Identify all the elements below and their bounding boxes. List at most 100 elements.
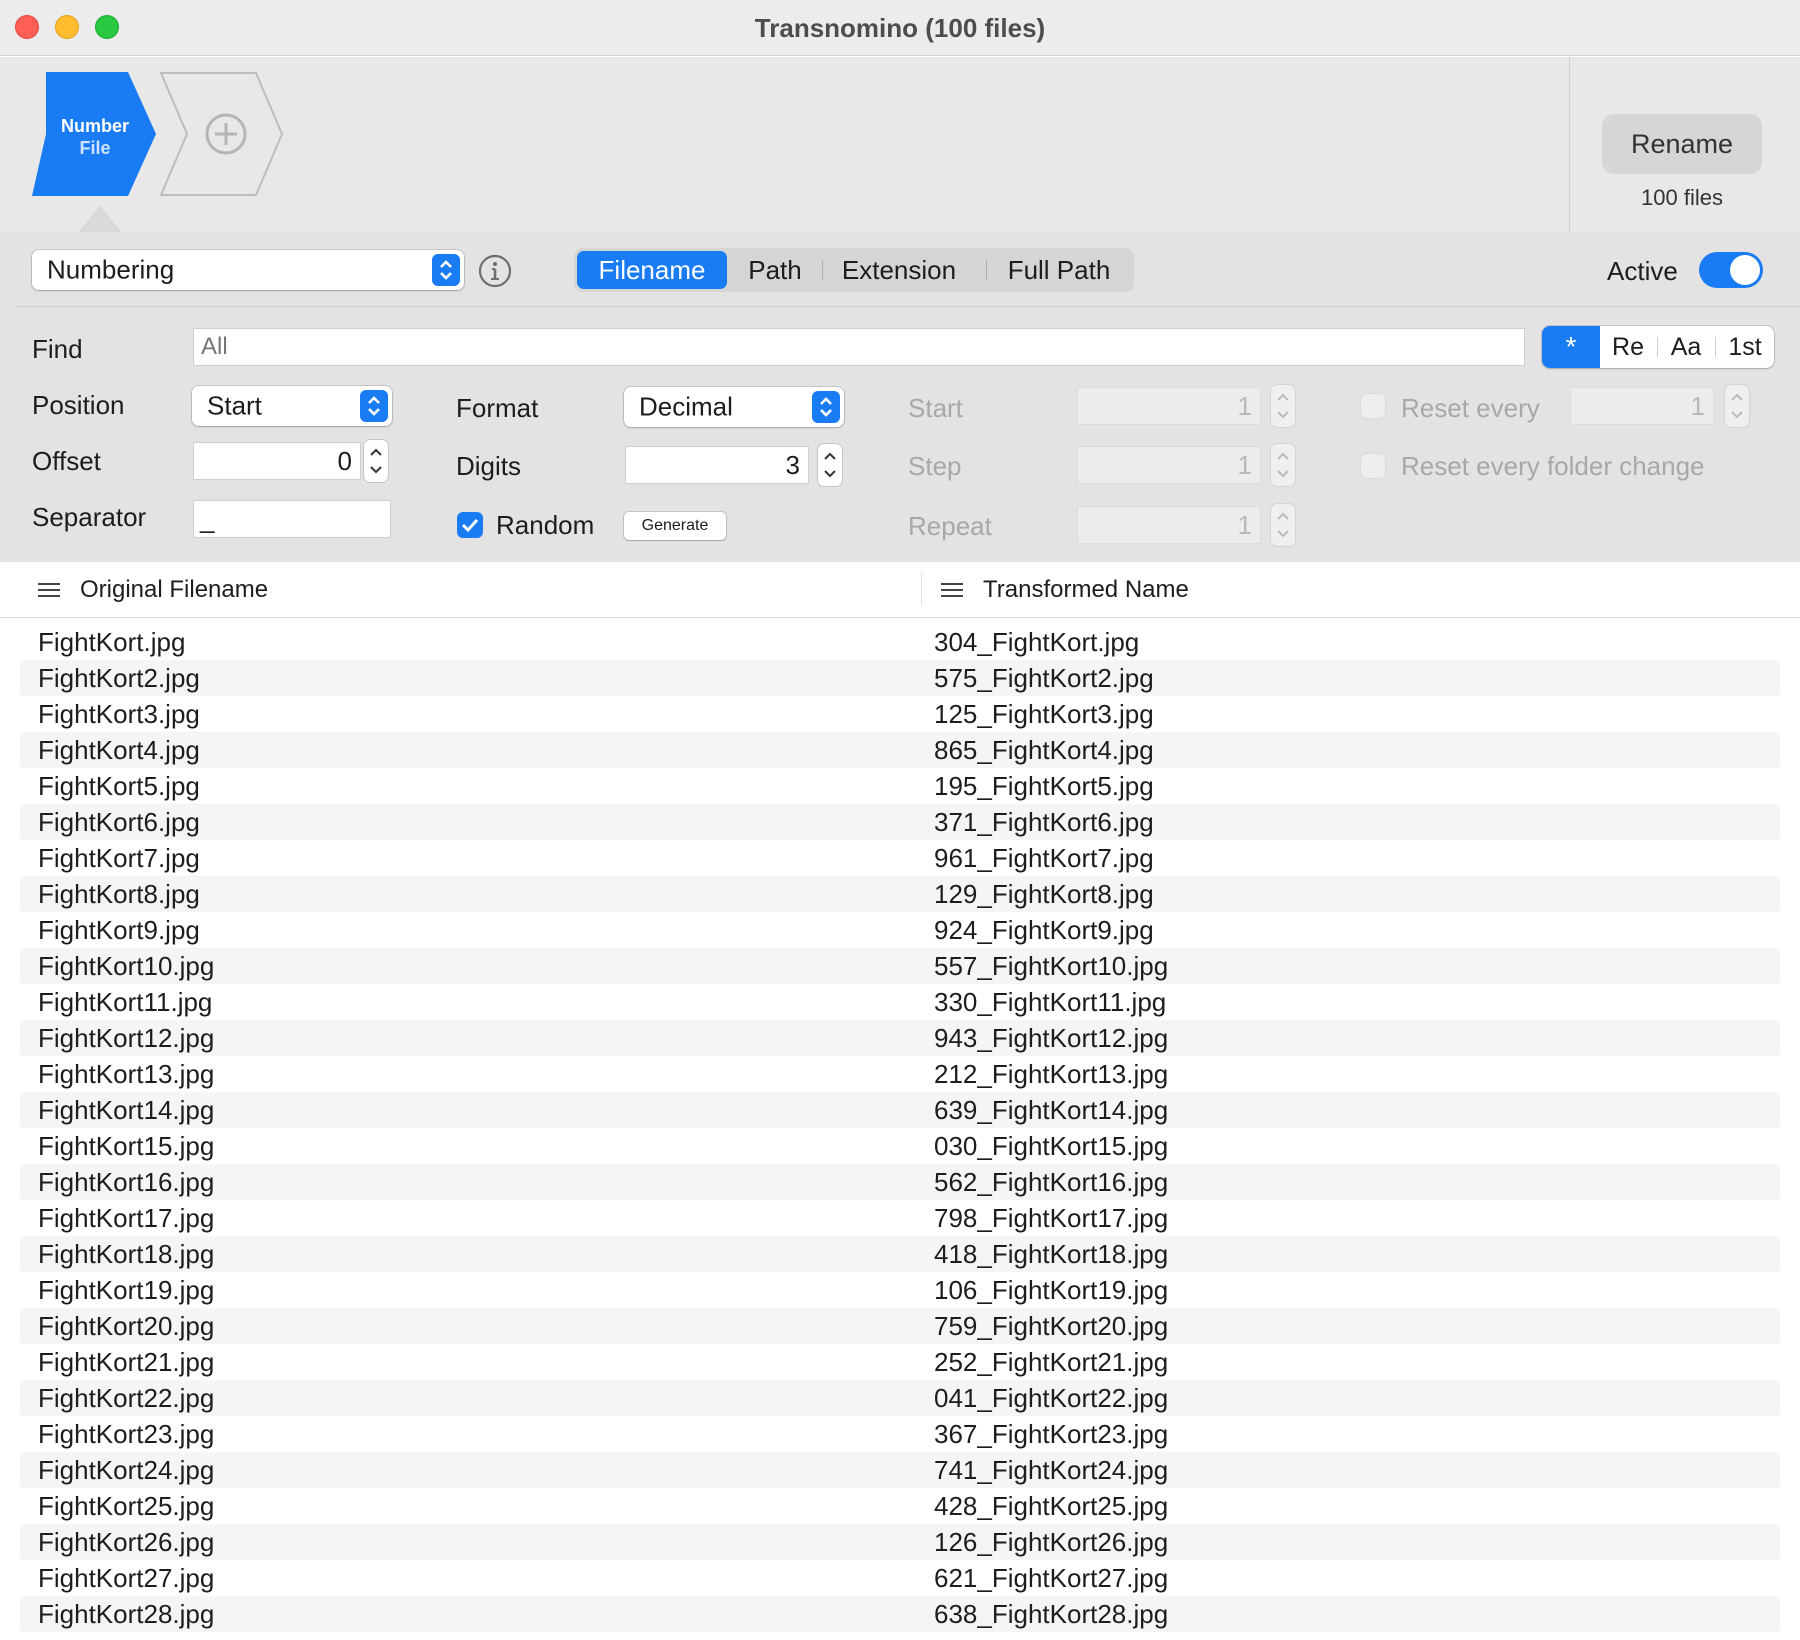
reset-folder-label: Reset every folder change xyxy=(1401,451,1705,481)
offset-field[interactable]: 0 xyxy=(193,442,361,480)
table-row[interactable]: FightKort2.jpg 575_FightKort2.jpg xyxy=(20,660,1780,696)
format-value: Decimal xyxy=(639,391,733,422)
popup-arrows-icon xyxy=(812,391,840,423)
table-row[interactable]: FightKort20.jpg 759_FightKort20.jpg xyxy=(20,1308,1780,1344)
active-label: Active xyxy=(1607,256,1678,286)
rule-chevron-number-file[interactable] xyxy=(32,72,158,196)
table-row[interactable]: FightKort9.jpg 924_FightKort9.jpg xyxy=(20,912,1780,948)
table-row[interactable]: FightKort24.jpg 741_FightKort24.jpg xyxy=(20,1452,1780,1488)
table-row[interactable]: FightKort23.jpg 367_FightKort23.jpg xyxy=(20,1416,1780,1452)
table-row[interactable]: FightKort3.jpg 125_FightKort3.jpg xyxy=(20,696,1780,732)
position-value: Start xyxy=(207,390,262,421)
original-filename-cell: FightKort.jpg xyxy=(38,627,186,657)
table-row[interactable]: FightKort5.jpg 195_FightKort5.jpg xyxy=(20,768,1780,804)
column-header-original[interactable]: Original Filename xyxy=(80,576,268,604)
repeat-field[interactable]: 1 xyxy=(1077,506,1261,544)
table-row[interactable]: FightKort4.jpg 865_FightKort4.jpg xyxy=(20,732,1780,768)
original-filename-cell: FightKort16.jpg xyxy=(38,1167,215,1197)
transformed-name-cell: 367_FightKort23.jpg xyxy=(934,1419,1169,1449)
start-stepper[interactable] xyxy=(1271,385,1295,427)
separator-field[interactable]: _ xyxy=(193,500,391,538)
tab-extension[interactable]: Extension xyxy=(824,251,974,289)
transformed-name-cell: 557_FightKort10.jpg xyxy=(934,951,1169,981)
format-label: Format xyxy=(456,393,539,423)
table-header: Original Filename Transformed Name xyxy=(0,562,1800,618)
table-row[interactable]: FightKort8.jpg 129_FightKort8.jpg xyxy=(20,876,1780,912)
step-stepper[interactable] xyxy=(1271,444,1295,486)
rename-button[interactable]: Rename xyxy=(1602,114,1762,174)
transformed-name-cell: 195_FightKort5.jpg xyxy=(934,771,1154,801)
transformed-name-cell: 212_FightKort13.jpg xyxy=(934,1059,1169,1089)
table-row[interactable]: FightKort26.jpg 126_FightKort26.jpg xyxy=(20,1524,1780,1560)
table-row[interactable]: FightKort.jpg 304_FightKort.jpg xyxy=(20,624,1780,660)
toggle-knob xyxy=(1730,255,1760,285)
reset-every-stepper[interactable] xyxy=(1725,385,1749,427)
original-filename-cell: FightKort26.jpg xyxy=(38,1527,215,1557)
selected-rule-pointer xyxy=(78,205,122,233)
original-filename-cell: FightKort12.jpg xyxy=(38,1023,215,1053)
reset-folder-checkbox[interactable] xyxy=(1360,453,1386,479)
transformed-name-cell: 638_FightKort28.jpg xyxy=(934,1599,1169,1629)
table-row[interactable]: FightKort17.jpg 798_FightKort17.jpg xyxy=(20,1200,1780,1236)
table-row[interactable]: FightKort19.jpg 106_FightKort19.jpg xyxy=(20,1272,1780,1308)
transformed-name-cell: 030_FightKort15.jpg xyxy=(934,1131,1169,1161)
table-row[interactable]: FightKort28.jpg 638_FightKort28.jpg xyxy=(20,1596,1780,1632)
find-mode-case-sensitive[interactable]: Aa xyxy=(1658,326,1714,368)
rule-type-select[interactable]: Numbering xyxy=(32,250,464,290)
original-filename-cell: FightKort19.jpg xyxy=(38,1275,215,1305)
table-row[interactable]: FightKort27.jpg 621_FightKort27.jpg xyxy=(20,1560,1780,1596)
start-field[interactable]: 1 xyxy=(1077,387,1261,425)
find-input[interactable] xyxy=(193,328,1525,366)
table-row[interactable]: FightKort10.jpg 557_FightKort10.jpg xyxy=(20,948,1780,984)
tab-full-path[interactable]: Full Path xyxy=(988,251,1130,289)
offset-stepper[interactable] xyxy=(364,440,388,482)
table-row[interactable]: FightKort18.jpg 418_FightKort18.jpg xyxy=(20,1236,1780,1272)
original-filename-cell: FightKort10.jpg xyxy=(38,951,215,981)
generate-button[interactable]: Generate xyxy=(624,512,726,540)
find-mode-first-only[interactable]: 1st xyxy=(1716,326,1774,368)
find-mode-regex[interactable]: Re xyxy=(1600,326,1656,368)
find-mode-wildcard[interactable]: * xyxy=(1542,326,1600,368)
digits-field[interactable]: 3 xyxy=(625,446,809,484)
repeat-stepper[interactable] xyxy=(1271,504,1295,546)
transformed-name-cell: 371_FightKort6.jpg xyxy=(934,807,1154,837)
column-menu-icon[interactable] xyxy=(941,582,963,598)
original-filename-cell: FightKort14.jpg xyxy=(38,1095,215,1125)
table-row[interactable]: FightKort6.jpg 371_FightKort6.jpg xyxy=(20,804,1780,840)
info-icon[interactable] xyxy=(478,254,512,288)
table-row[interactable]: FightKort13.jpg 212_FightKort13.jpg xyxy=(20,1056,1780,1092)
digits-label: Digits xyxy=(456,451,522,481)
tab-path[interactable]: Path xyxy=(729,251,821,289)
reset-every-checkbox[interactable] xyxy=(1360,393,1386,419)
reset-every-field[interactable]: 1 xyxy=(1570,387,1714,425)
table-row[interactable]: FightKort22.jpg 041_FightKort22.jpg xyxy=(20,1380,1780,1416)
find-label: Find xyxy=(32,334,83,364)
position-select[interactable]: Start xyxy=(192,386,392,426)
random-checkbox[interactable] xyxy=(457,512,483,538)
add-rule-button[interactable] xyxy=(158,72,286,196)
original-filename-cell: FightKort7.jpg xyxy=(38,843,200,873)
table-row[interactable]: FightKort15.jpg 030_FightKort15.jpg xyxy=(20,1128,1780,1164)
table-row[interactable]: FightKort11.jpg 330_FightKort11.jpg xyxy=(20,984,1780,1020)
column-header-transformed[interactable]: Transformed Name xyxy=(983,576,1189,604)
table-row[interactable]: FightKort21.jpg 252_FightKort21.jpg xyxy=(20,1344,1780,1380)
column-divider[interactable] xyxy=(921,572,922,606)
transformed-name-cell: 252_FightKort21.jpg xyxy=(934,1347,1169,1377)
table-row[interactable]: FightKort16.jpg 562_FightKort16.jpg xyxy=(20,1164,1780,1200)
plus-circle-icon xyxy=(205,113,247,155)
settings-divider xyxy=(16,306,1800,307)
rename-file-count: 100 files xyxy=(1641,185,1723,210)
table-row[interactable]: FightKort7.jpg 961_FightKort7.jpg xyxy=(20,840,1780,876)
tab-filename[interactable]: Filename xyxy=(577,251,727,289)
table-row[interactable]: FightKort12.jpg 943_FightKort12.jpg xyxy=(20,1020,1780,1056)
original-filename-cell: FightKort18.jpg xyxy=(38,1239,215,1269)
digits-stepper[interactable] xyxy=(818,444,842,486)
active-toggle[interactable] xyxy=(1699,252,1763,288)
transformed-name-cell: 575_FightKort2.jpg xyxy=(934,663,1154,693)
format-select[interactable]: Decimal xyxy=(624,387,844,427)
transformed-name-cell: 125_FightKort3.jpg xyxy=(934,699,1154,729)
table-row[interactable]: FightKort14.jpg 639_FightKort14.jpg xyxy=(20,1092,1780,1128)
column-menu-icon[interactable] xyxy=(38,582,60,598)
table-row[interactable]: FightKort25.jpg 428_FightKort25.jpg xyxy=(20,1488,1780,1524)
step-field[interactable]: 1 xyxy=(1077,446,1261,484)
